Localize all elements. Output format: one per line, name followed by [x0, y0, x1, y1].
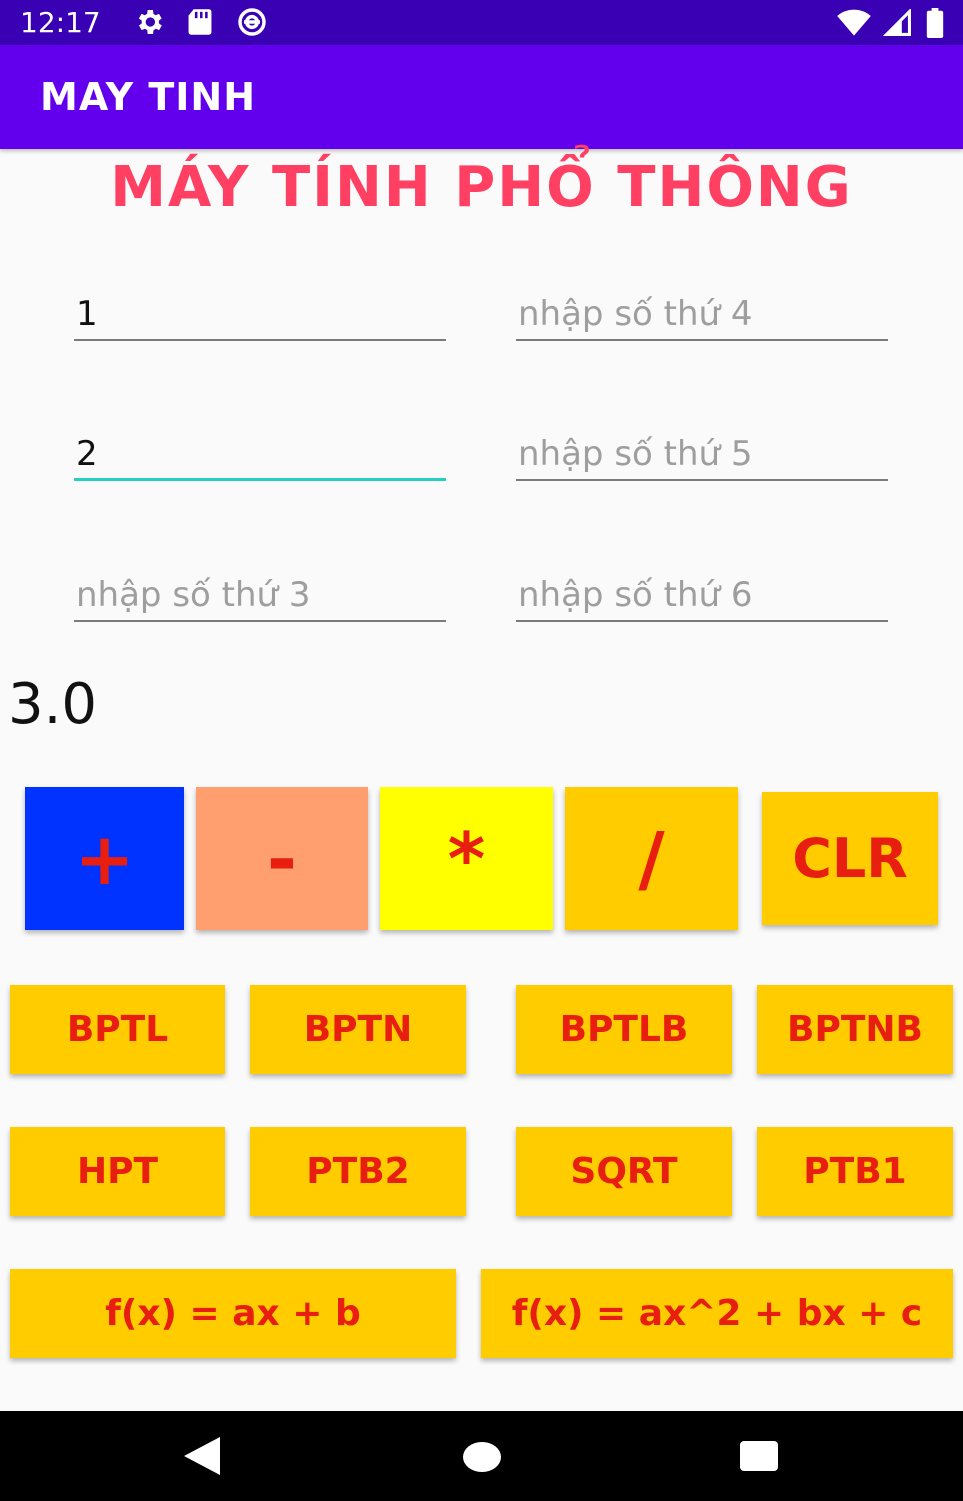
settings-gear-icon — [133, 6, 165, 42]
home-icon[interactable] — [460, 1433, 510, 1479]
quadratic-function-button[interactable]: f(x) = ax^2 + bx + c — [481, 1269, 953, 1358]
multiply-button[interactable]: * — [380, 787, 553, 930]
sd-card-icon — [187, 8, 213, 40]
number-field-6[interactable] — [516, 570, 888, 622]
status-bar: 12:17 — [0, 0, 963, 45]
clear-button[interactable]: CLR — [762, 792, 938, 925]
number-field-5[interactable] — [516, 429, 888, 481]
wifi-icon — [837, 9, 871, 41]
hpt-button[interactable]: HPT — [10, 1127, 225, 1216]
result-display: 3.0 — [8, 672, 98, 737]
divide-button[interactable]: / — [565, 787, 738, 930]
subtract-button[interactable]: - — [196, 787, 368, 930]
app-bar: MAY TINH — [0, 45, 963, 149]
ptb1-button[interactable]: PTB1 — [757, 1127, 953, 1216]
back-icon[interactable] — [180, 1433, 230, 1479]
bptl-button[interactable]: BPTL — [10, 985, 225, 1074]
number-field-2[interactable] — [74, 429, 446, 481]
data-saver-icon — [235, 6, 269, 42]
bptn-button[interactable]: BPTN — [250, 985, 466, 1074]
number-field-1[interactable] — [74, 289, 446, 341]
number-field-4[interactable] — [516, 289, 888, 341]
ptb2-button[interactable]: PTB2 — [250, 1127, 466, 1216]
signal-icon — [882, 7, 913, 41]
page-heading: MÁY TÍNH PHỔ THÔNG — [110, 155, 853, 220]
bptlb-button[interactable]: BPTLB — [516, 985, 732, 1074]
number-field-3[interactable] — [74, 570, 446, 622]
status-time: 12:17 — [20, 6, 101, 39]
battery-icon — [925, 8, 945, 42]
add-button[interactable]: + — [25, 787, 184, 930]
app-title: MAY TINH — [40, 75, 256, 119]
linear-function-button[interactable]: f(x) = ax + b — [10, 1269, 456, 1358]
bptnb-button[interactable]: BPTNB — [757, 985, 953, 1074]
sqrt-button[interactable]: SQRT — [516, 1127, 732, 1216]
recents-icon[interactable] — [737, 1433, 787, 1479]
navigation-bar — [0, 1411, 963, 1501]
